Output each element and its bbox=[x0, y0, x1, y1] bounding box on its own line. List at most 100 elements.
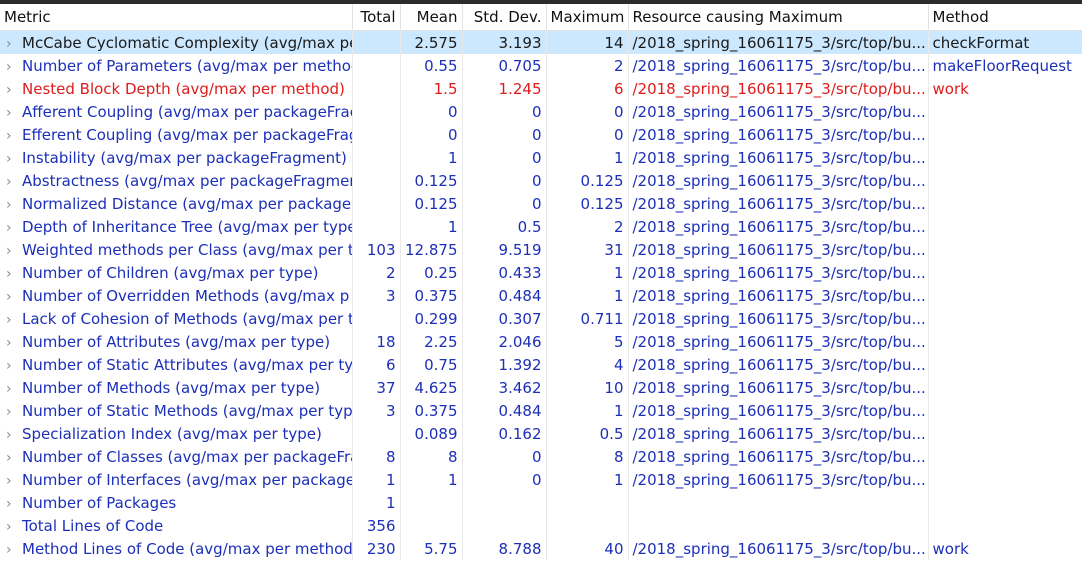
chevron-right-icon[interactable]: › bbox=[6, 335, 18, 351]
chevron-right-icon[interactable]: › bbox=[6, 427, 18, 443]
cell-max: 5 bbox=[546, 330, 629, 353]
cell-resource: /2018_spring_16061175_3/src/top/bu... bbox=[628, 261, 929, 284]
chevron-right-icon[interactable]: › bbox=[6, 289, 18, 305]
cell-metric: › Number of Packages bbox=[0, 491, 353, 514]
cell-total bbox=[352, 30, 401, 54]
cell-std: 0 bbox=[462, 468, 547, 491]
chevron-right-icon[interactable]: › bbox=[6, 197, 18, 213]
cell-max: 4 bbox=[546, 353, 629, 376]
chevron-right-icon[interactable]: › bbox=[6, 519, 18, 535]
table-row[interactable]: › Abstractness (avg/max per packageFragme… bbox=[0, 169, 1082, 192]
cell-metric: › Number of Static Methods (avg/max per t… bbox=[0, 399, 353, 422]
table-row[interactable]: › Method Lines of Code (avg/max per metho… bbox=[0, 537, 1082, 560]
chevron-right-icon[interactable]: › bbox=[6, 496, 18, 512]
metric-label: Abstractness (avg/max per packageFragmen bbox=[22, 171, 352, 190]
cell-resource: /2018_spring_16061175_3/src/top/bu... bbox=[628, 169, 929, 192]
chevron-right-icon[interactable]: › bbox=[6, 450, 18, 466]
column-header-method[interactable]: Method bbox=[928, 4, 1082, 31]
table-row[interactable]: › Number of Methods (avg/max per type) 37 4… bbox=[0, 376, 1082, 399]
column-header-mean[interactable]: Mean bbox=[400, 4, 463, 31]
column-header-metric[interactable]: Metric bbox=[0, 4, 353, 31]
table-row[interactable]: › Efferent Coupling (avg/max per packageF… bbox=[0, 123, 1082, 146]
metric-label: Number of Packages bbox=[22, 493, 177, 512]
table-row[interactable]: › Afferent Coupling (avg/max per packageF… bbox=[0, 100, 1082, 123]
table-row[interactable]: › McCabe Cyclomatic Complexity (avg/max p… bbox=[0, 30, 1082, 54]
table-row[interactable]: › Total Lines of Code 356 bbox=[0, 514, 1082, 537]
cell-resource: /2018_spring_16061175_3/src/top/bu... bbox=[628, 54, 929, 77]
cell-method bbox=[928, 169, 1082, 192]
column-header-maximum[interactable]: Maximum bbox=[546, 4, 629, 31]
chevron-right-icon[interactable]: › bbox=[6, 312, 18, 328]
cell-total: 1 bbox=[352, 491, 401, 514]
table-row[interactable]: › Number of Overridden Methods (avg/max p… bbox=[0, 284, 1082, 307]
column-header-total[interactable]: Total bbox=[352, 4, 401, 31]
cell-method bbox=[928, 261, 1082, 284]
cell-resource: /2018_spring_16061175_3/src/top/bu... bbox=[628, 376, 929, 399]
cell-std bbox=[462, 514, 547, 537]
table-row[interactable]: › Number of Interfaces (avg/max per packa… bbox=[0, 468, 1082, 491]
chevron-right-icon[interactable]: › bbox=[6, 266, 18, 282]
table-row[interactable]: › Number of Children (avg/max per type) 2 0… bbox=[0, 261, 1082, 284]
cell-total bbox=[352, 100, 401, 123]
table-row[interactable]: › Instability (avg/max per packageFragmen… bbox=[0, 146, 1082, 169]
cell-max: 6 bbox=[546, 77, 629, 100]
chevron-right-icon[interactable]: › bbox=[6, 174, 18, 190]
cell-total bbox=[352, 54, 401, 77]
table-row[interactable]: › Number of Packages 1 bbox=[0, 491, 1082, 514]
cell-resource: /2018_spring_16061175_3/src/top/bu... bbox=[628, 238, 929, 261]
cell-metric: › Normalized Distance (avg/max per packag… bbox=[0, 192, 353, 215]
table-row[interactable]: › Number of Attributes (avg/max per type)… bbox=[0, 330, 1082, 353]
metric-label: Depth of Inheritance Tree (avg/max per t… bbox=[22, 217, 352, 236]
cell-resource: /2018_spring_16061175_3/src/top/bu... bbox=[628, 77, 929, 100]
chevron-right-icon[interactable]: › bbox=[6, 381, 18, 397]
table-row[interactable]: › Number of Classes (avg/max per packageF… bbox=[0, 445, 1082, 468]
chevron-right-icon[interactable]: › bbox=[6, 243, 18, 259]
cell-std: 9.519 bbox=[462, 238, 547, 261]
chevron-right-icon[interactable]: › bbox=[6, 404, 18, 420]
cell-resource: /2018_spring_16061175_3/src/top/bu... bbox=[628, 123, 929, 146]
cell-method bbox=[928, 215, 1082, 238]
chevron-right-icon[interactable]: › bbox=[6, 358, 18, 374]
cell-metric: › Abstractness (avg/max per packageFragme… bbox=[0, 169, 353, 192]
metric-label: Instability (avg/max per packageFragment… bbox=[22, 148, 347, 167]
cell-metric: › Efferent Coupling (avg/max per packageF… bbox=[0, 123, 353, 146]
chevron-right-icon[interactable]: › bbox=[6, 36, 18, 52]
cell-std: 1.392 bbox=[462, 353, 547, 376]
chevron-right-icon[interactable]: › bbox=[6, 473, 18, 489]
table-row[interactable]: › Weighted methods per Class (avg/max per… bbox=[0, 238, 1082, 261]
cell-std: 0.484 bbox=[462, 399, 547, 422]
cell-max: 14 bbox=[546, 30, 629, 54]
cell-std: 0 bbox=[462, 100, 547, 123]
column-header-resource[interactable]: Resource causing Maximum bbox=[628, 4, 929, 31]
table-row[interactable]: › Nested Block Depth (avg/max per method)… bbox=[0, 77, 1082, 100]
cell-mean: 12.875 bbox=[400, 238, 463, 261]
table-row[interactable]: › Number of Parameters (avg/max per metho… bbox=[0, 54, 1082, 77]
cell-method bbox=[928, 353, 1082, 376]
cell-total bbox=[352, 422, 401, 445]
table-row[interactable]: › Depth of Inheritance Tree (avg/max per … bbox=[0, 215, 1082, 238]
chevron-right-icon[interactable]: › bbox=[6, 105, 18, 121]
chevron-right-icon[interactable]: › bbox=[6, 128, 18, 144]
column-header-std-dev[interactable]: Std. Dev. bbox=[462, 4, 547, 31]
cell-total: 356 bbox=[352, 514, 401, 537]
cell-std: 0 bbox=[462, 146, 547, 169]
table-row[interactable]: › Number of Static Methods (avg/max per t… bbox=[0, 399, 1082, 422]
metric-label: Efferent Coupling (avg/max per packageFr… bbox=[22, 125, 352, 144]
table-row[interactable]: › Specialization Index (avg/max per type)… bbox=[0, 422, 1082, 445]
cell-resource bbox=[628, 491, 929, 514]
table-row[interactable]: › Normalized Distance (avg/max per packag… bbox=[0, 192, 1082, 215]
chevron-right-icon[interactable]: › bbox=[6, 82, 18, 98]
cell-mean: 0 bbox=[400, 123, 463, 146]
chevron-right-icon[interactable]: › bbox=[6, 542, 18, 558]
cell-mean: 0.55 bbox=[400, 54, 463, 77]
table-row[interactable]: › Number of Static Attributes (avg/max pe… bbox=[0, 353, 1082, 376]
cell-mean: 0.25 bbox=[400, 261, 463, 284]
cell-metric: › Number of Overridden Methods (avg/max p bbox=[0, 284, 353, 307]
chevron-right-icon[interactable]: › bbox=[6, 220, 18, 236]
cell-resource: /2018_spring_16061175_3/src/top/bu... bbox=[628, 537, 929, 560]
table-row[interactable]: › Lack of Cohesion of Methods (avg/max pe… bbox=[0, 307, 1082, 330]
metric-label: Afferent Coupling (avg/max per packageFr… bbox=[22, 102, 352, 121]
chevron-right-icon[interactable]: › bbox=[6, 151, 18, 167]
cell-max: 0 bbox=[546, 123, 629, 146]
chevron-right-icon[interactable]: › bbox=[6, 59, 18, 75]
